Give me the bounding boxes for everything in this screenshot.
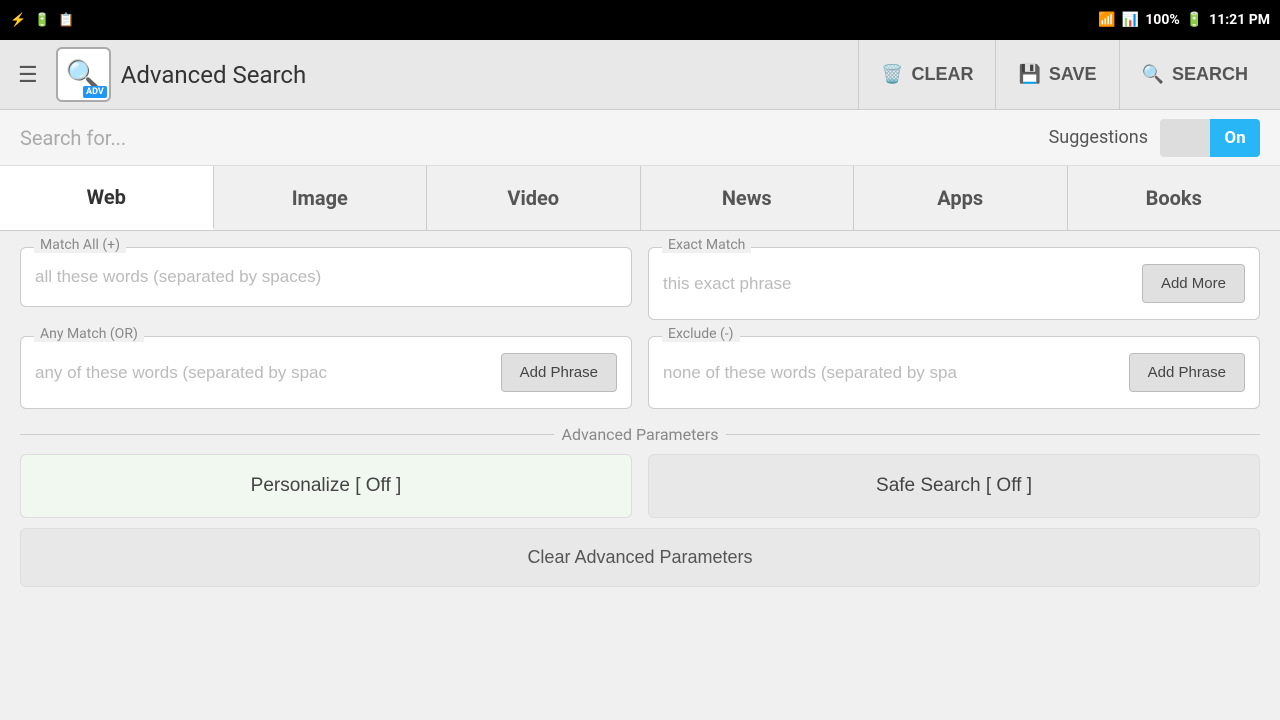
exact-match-group: Exact Match Add More — [648, 247, 1260, 320]
toolbar-actions: 🗑️ CLEAR 💾 SAVE 🔍 SEARCH — [858, 40, 1270, 110]
toggle-on-side: On — [1210, 119, 1260, 157]
param-buttons-row: Personalize [ Off ] Safe Search [ Off ] — [20, 454, 1260, 518]
save-icon: 💾 — [1018, 64, 1040, 85]
menu-button[interactable]: ☰ — [10, 62, 46, 88]
exact-match-input[interactable] — [663, 274, 1134, 294]
content-area: Match All (+) Exact Match Add More Any M… — [0, 231, 1280, 603]
any-match-label: Any Match (OR) — [34, 326, 144, 342]
status-bar: ⚡ 🔋 📋 📶 📊 100% 🔋 11:21 PM — [0, 0, 1280, 40]
tab-video[interactable]: Video — [427, 166, 641, 230]
section-line-left — [20, 434, 554, 435]
app-icon: 🔍 ADV — [56, 47, 111, 102]
search-for-label: Search for... — [20, 126, 126, 150]
usb-icon: ⚡ — [10, 13, 26, 28]
battery-small: 🔋 — [34, 13, 50, 28]
battery-icon: 🔋 — [1186, 12, 1203, 28]
wifi-icon: 📶 — [1098, 12, 1115, 28]
field-row-2: Any Match (OR) Add Phrase Exclude (-) Ad… — [20, 336, 1260, 409]
section-header: Advanced Parameters — [20, 425, 1260, 444]
signal-bars: 📊 — [1122, 12, 1139, 28]
exclude-add-phrase-button[interactable]: Add Phrase — [1129, 353, 1245, 392]
clear-params-button[interactable]: Clear Advanced Parameters — [20, 528, 1260, 587]
suggestions-label: Suggestions — [1049, 127, 1148, 148]
exact-match-label: Exact Match — [662, 237, 751, 253]
app-badge: ADV — [83, 86, 107, 98]
time: 11:21 PM — [1209, 12, 1270, 28]
magnifier-icon: 🔍 — [1142, 64, 1164, 85]
save-button[interactable]: 💾 SAVE — [995, 40, 1118, 110]
toolbar-left: 🔍 ADV Advanced Search — [56, 47, 848, 102]
exclude-group: Exclude (-) Add Phrase — [648, 336, 1260, 409]
status-left: ⚡ 🔋 📋 — [10, 13, 75, 28]
any-match-input[interactable] — [35, 363, 493, 383]
match-all-label: Match All (+) — [34, 237, 126, 253]
section-line-right — [726, 434, 1260, 435]
safe-search-button[interactable]: Safe Search [ Off ] — [648, 454, 1260, 518]
advanced-params-section: Advanced Parameters Personalize [ Off ] … — [20, 425, 1260, 587]
match-all-group: Match All (+) — [20, 247, 632, 320]
personalize-button[interactable]: Personalize [ Off ] — [20, 454, 632, 518]
suggestions-area: Suggestions On — [1049, 119, 1260, 157]
advanced-params-label: Advanced Parameters — [554, 425, 727, 444]
sim-icon: 📋 — [58, 13, 74, 28]
search-for-bar: Search for... Suggestions On — [0, 110, 1280, 166]
add-more-button[interactable]: Add More — [1142, 264, 1245, 303]
status-right: 📶 📊 100% 🔋 11:21 PM — [1098, 12, 1270, 28]
tab-books[interactable]: Books — [1068, 166, 1280, 230]
any-match-add-phrase-button[interactable]: Add Phrase — [501, 353, 617, 392]
exact-match-box: Add More — [648, 247, 1260, 320]
toolbar: ☰ 🔍 ADV Advanced Search 🗑️ CLEAR 💾 SAVE … — [0, 40, 1280, 110]
tab-web[interactable]: Web — [0, 166, 214, 230]
tabs-bar: Web Image Video News Apps Books — [0, 166, 1280, 231]
exclude-box: Add Phrase — [648, 336, 1260, 409]
tab-apps[interactable]: Apps — [854, 166, 1068, 230]
toggle-off-side — [1160, 119, 1210, 157]
search-button[interactable]: 🔍 SEARCH — [1119, 40, 1270, 110]
suggestions-toggle[interactable]: On — [1160, 119, 1260, 157]
trash-icon: 🗑️ — [881, 64, 903, 85]
tab-news[interactable]: News — [641, 166, 855, 230]
field-row-1: Match All (+) Exact Match Add More — [20, 247, 1260, 320]
battery-percent: 100% — [1145, 12, 1179, 28]
any-match-box: Add Phrase — [20, 336, 632, 409]
any-match-group: Any Match (OR) Add Phrase — [20, 336, 632, 409]
match-all-box — [20, 247, 632, 307]
match-all-input[interactable] — [35, 267, 617, 287]
exclude-input[interactable] — [663, 363, 1121, 383]
page-title: Advanced Search — [121, 61, 306, 89]
tab-image[interactable]: Image — [214, 166, 428, 230]
exclude-label: Exclude (-) — [662, 326, 740, 342]
clear-button[interactable]: 🗑️ CLEAR — [858, 40, 995, 110]
